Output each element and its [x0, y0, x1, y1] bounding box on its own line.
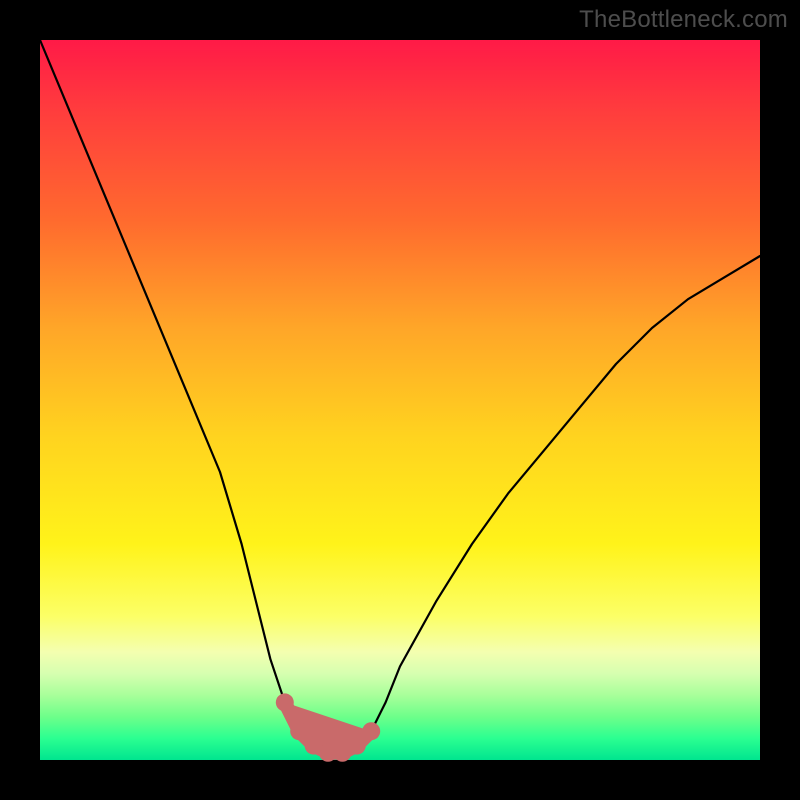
trough-marker — [362, 722, 380, 740]
trough-marker — [348, 737, 366, 755]
chart-frame: TheBottleneck.com — [0, 0, 800, 800]
bottleneck-curve — [40, 40, 760, 753]
trough-marker — [276, 693, 294, 711]
bottleneck-curve-svg — [40, 40, 760, 760]
curve-markers — [276, 693, 380, 761]
watermark-label: TheBottleneck.com — [579, 6, 788, 34]
plot-area — [40, 40, 760, 760]
trough-marker — [290, 722, 308, 740]
